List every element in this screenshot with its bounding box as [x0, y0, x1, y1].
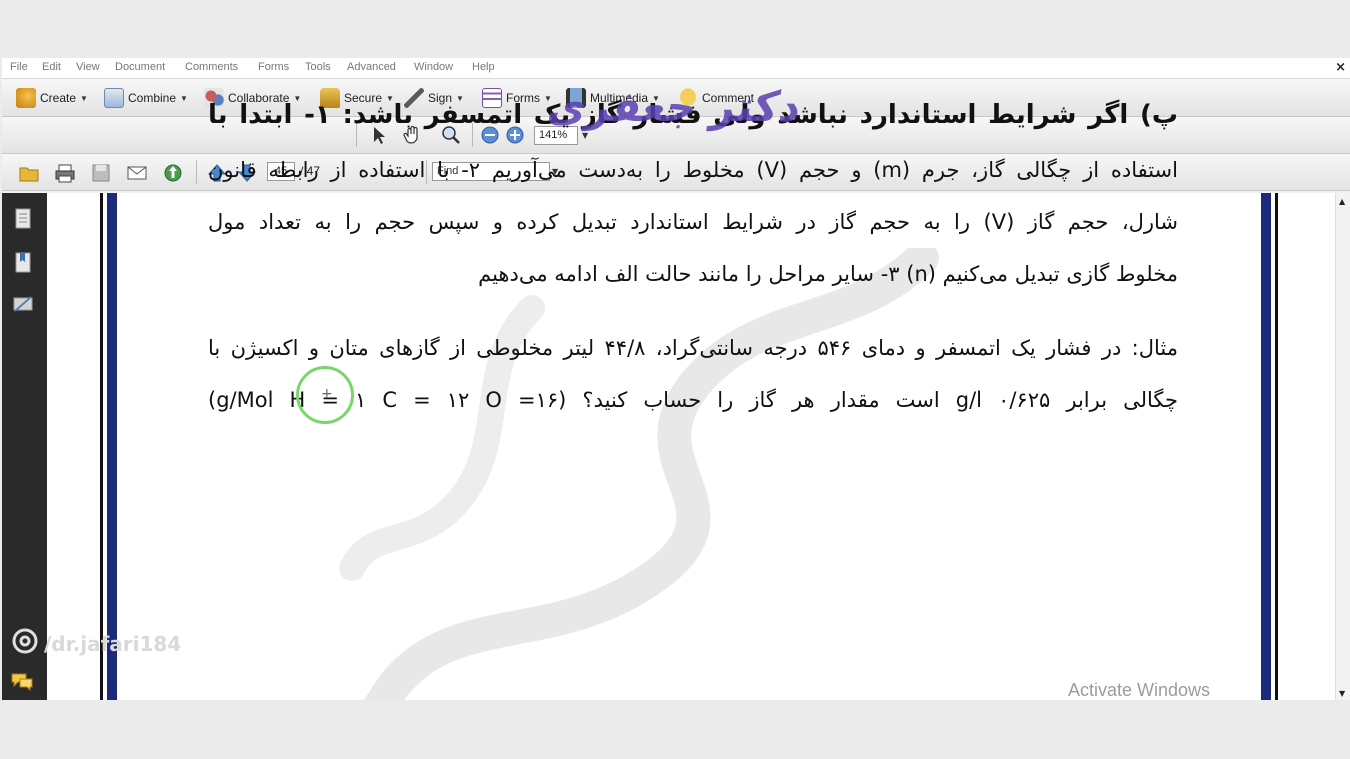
- text-line: مثال: در فشار یک اتمسفر و دمای ۵۴۶ درجه …: [208, 336, 1178, 360]
- page-border-right: [1275, 193, 1278, 700]
- crosshair-icon: +: [321, 386, 333, 402]
- vertical-scrollbar[interactable]: ▲ ▼: [1335, 193, 1350, 700]
- activate-windows-notice: Activate Windows: [1068, 680, 1211, 700]
- page-border-left: [100, 193, 103, 700]
- create-label: Create: [40, 91, 77, 105]
- menu-help[interactable]: Help: [472, 61, 495, 73]
- chevron-down-icon: ▼: [180, 93, 188, 103]
- text-line: شارل، حجم گاز (V) را به حجم گاز در شرایط…: [208, 210, 1178, 234]
- save-icon[interactable]: [90, 162, 112, 184]
- scroll-down-icon[interactable]: ▼: [1339, 689, 1345, 698]
- social-handle-overlay: /dr.jafari184: [12, 628, 181, 659]
- close-icon[interactable]: ×: [1335, 60, 1346, 75]
- social-handle-text: /dr.jafari184: [44, 631, 182, 656]
- page-border-left-blue: [107, 193, 117, 700]
- bookmarks-panel-icon[interactable]: [12, 251, 34, 278]
- cursor-highlight-ring: +: [296, 366, 354, 424]
- email-icon[interactable]: [126, 162, 148, 184]
- menu-bar: File Edit View Document Comments Forms T…: [2, 58, 1350, 79]
- combine-label: Combine: [128, 91, 177, 105]
- menu-comments[interactable]: Comments: [185, 61, 238, 73]
- web-upload-icon[interactable]: [162, 162, 184, 184]
- page-border-right-blue: [1261, 193, 1271, 700]
- text-line: مخلوط گازی تبدیل می‌کنیم (n) ۳- سایر مرا…: [478, 262, 1178, 286]
- menu-forms[interactable]: Forms: [258, 61, 289, 73]
- combine-button[interactable]: Combine ▼: [104, 87, 188, 109]
- navigation-pane: [2, 193, 47, 700]
- chevron-down-icon: ▼: [80, 93, 88, 103]
- author-watermark: دکتر جعفری: [544, 82, 805, 131]
- comments-panel-icon[interactable]: [10, 671, 34, 694]
- scroll-up-icon[interactable]: ▲: [1339, 197, 1345, 206]
- menu-tools[interactable]: Tools: [305, 61, 331, 73]
- acrobat-window: File Edit View Document Comments Forms T…: [2, 58, 1350, 700]
- instagram-icon: [12, 628, 38, 659]
- menu-window[interactable]: Window: [414, 61, 453, 73]
- menu-advanced[interactable]: Advanced: [347, 61, 396, 73]
- menu-document[interactable]: Document: [115, 61, 165, 73]
- create-icon: [16, 88, 36, 108]
- menu-view[interactable]: View: [76, 61, 100, 73]
- combine-icon: [104, 88, 124, 108]
- signatures-panel-icon[interactable]: [12, 293, 34, 318]
- document-page-text: پ) اگر شرایط استاندارد نباشد ولی فشار گا…: [208, 86, 1178, 426]
- create-button[interactable]: Create ▼: [16, 87, 88, 109]
- open-folder-icon[interactable]: [18, 162, 40, 184]
- toolbar-divider: [196, 160, 197, 184]
- menu-file[interactable]: File: [10, 61, 28, 73]
- print-icon[interactable]: [54, 162, 76, 184]
- pages-panel-icon[interactable]: [12, 207, 34, 234]
- text-line: استفاده از چگالی گاز، جرم (m) و حجم (V) …: [208, 158, 1178, 182]
- menu-edit[interactable]: Edit: [42, 61, 61, 73]
